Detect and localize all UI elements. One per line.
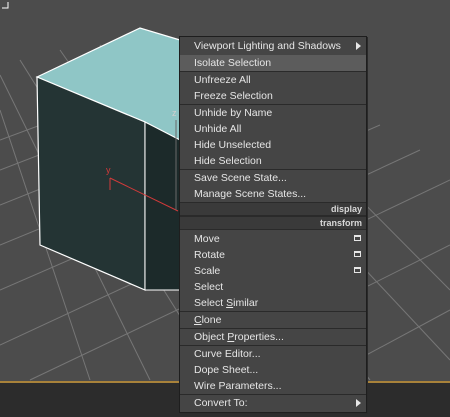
axis-z-label: z [172, 108, 177, 118]
quad-context-menu: Viewport Lighting and Shadows Isolate Se… [179, 36, 367, 413]
axis-y-label: y [106, 165, 111, 175]
menu-item-move[interactable]: Move [180, 231, 366, 247]
option-box-icon[interactable] [354, 267, 361, 273]
menu-item-scale[interactable]: Scale [180, 263, 366, 279]
menu-item-label: Hide Unselected [194, 139, 272, 151]
section-header-transform: transform [180, 216, 366, 230]
menu-item-select[interactable]: Select [180, 279, 366, 295]
menu-item-label: Save Scene State... [194, 172, 287, 184]
menu-item-label: Freeze Selection [194, 90, 273, 102]
menu-item-convert-to[interactable]: Convert To: [180, 395, 366, 411]
menu-item-label: Clone [194, 314, 222, 326]
menu-item-hide-selection[interactable]: Hide Selection [180, 153, 366, 169]
menu-item-label: Select Similar [194, 297, 259, 309]
menu-item-label: Dope Sheet... [194, 364, 259, 376]
menu-item-label: Convert To: [194, 397, 248, 409]
cube-side-face [144, 121, 181, 291]
menu-item-curve-editor[interactable]: Curve Editor... [180, 346, 366, 362]
menu-item-label: Move [194, 233, 220, 245]
option-box-icon[interactable] [354, 251, 361, 257]
section-label-transform: transform [319, 218, 362, 228]
menu-item-label: Unhide All [194, 123, 242, 135]
menu-item-hide-unselected[interactable]: Hide Unselected [180, 137, 366, 153]
menu-item-select-similar[interactable]: Select Similar [180, 295, 366, 311]
menu-item-label: Hide Selection [194, 155, 262, 167]
menu-item-label: Unhide by Name [194, 107, 273, 119]
submenu-arrow-icon [356, 399, 361, 407]
menu-item-viewport-lighting-and-shadows[interactable]: Viewport Lighting and Shadows [180, 38, 366, 54]
menu-item-unfreeze-all[interactable]: Unfreeze All [180, 72, 366, 88]
section-header-display: display [180, 202, 366, 216]
menu-item-label: Curve Editor... [194, 348, 261, 360]
menu-item-unhide-by-name[interactable]: Unhide by Name [180, 105, 366, 121]
menu-item-rotate[interactable]: Rotate [180, 247, 366, 263]
menu-item-label: Manage Scene States... [194, 188, 307, 200]
menu-item-save-scene-state[interactable]: Save Scene State... [180, 170, 366, 186]
menu-item-label: Viewport Lighting and Shadows [194, 40, 341, 52]
option-box-icon[interactable] [354, 235, 361, 241]
menu-item-wire-parameters[interactable]: Wire Parameters... [180, 378, 366, 394]
menu-item-label: Select [194, 281, 224, 293]
menu-item-clone[interactable]: Clone [180, 312, 366, 328]
menu-item-isolate-selection[interactable]: Isolate Selection [180, 55, 366, 71]
menu-item-label: Wire Parameters... [194, 380, 282, 392]
menu-item-label: Object Properties... [194, 331, 284, 343]
menu-item-object-properties[interactable]: Object Properties... [180, 329, 366, 345]
submenu-arrow-icon [356, 42, 361, 50]
menu-item-label: Unfreeze All [194, 74, 251, 86]
menu-item-label: Scale [194, 265, 221, 277]
menu-item-dope-sheet[interactable]: Dope Sheet... [180, 362, 366, 378]
section-label-display: display [330, 204, 362, 214]
menu-item-manage-scene-states[interactable]: Manage Scene States... [180, 186, 366, 202]
menu-item-label: Isolate Selection [194, 57, 272, 69]
menu-item-unhide-all[interactable]: Unhide All [180, 121, 366, 137]
menu-item-label: Rotate [194, 249, 225, 261]
menu-item-freeze-selection[interactable]: Freeze Selection [180, 88, 366, 104]
